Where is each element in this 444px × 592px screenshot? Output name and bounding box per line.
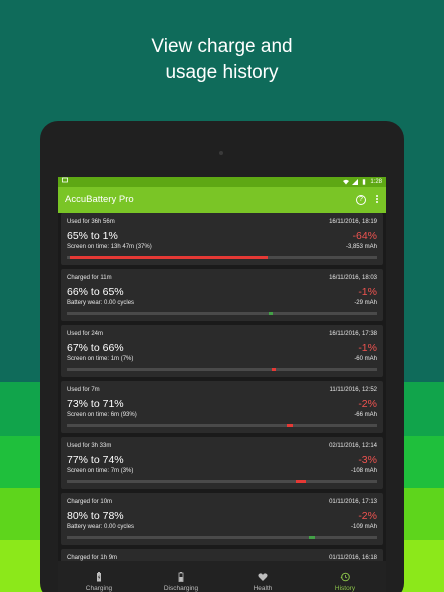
battery-icon xyxy=(363,179,366,185)
charge-range-bar xyxy=(67,480,377,483)
card-date: 02/11/2016, 12:14 xyxy=(329,443,377,449)
battery-charging-icon xyxy=(94,569,104,582)
status-time: 1:28 xyxy=(370,179,382,185)
card-range: 77% to 74% xyxy=(67,454,124,466)
status-bar: 1:28 xyxy=(58,177,386,187)
more-vert-icon[interactable] xyxy=(374,194,380,206)
card-range: 73% to 71% xyxy=(67,398,124,410)
history-card[interactable]: Charged for 11m 16/11/2016, 18:03 66% to 6… xyxy=(61,269,383,321)
nav-tab-history[interactable]: History xyxy=(304,561,386,592)
heart-icon xyxy=(258,569,268,581)
history-card[interactable]: Used for 7m 11/11/2016, 12:52 73% to 71% -2… xyxy=(61,381,383,433)
charge-range-fill xyxy=(271,368,277,371)
nav-tab-label: Discharging xyxy=(163,585,199,592)
card-delta: -3% xyxy=(358,454,377,466)
history-icon xyxy=(340,569,350,582)
history-card[interactable]: Used for 36h 56m 16/11/2016, 18:19 65% to … xyxy=(61,213,383,265)
charge-range-fill xyxy=(70,256,269,259)
app-screen: 1:28 AccuBattery Pro ? Used for 36h 56m 1… xyxy=(58,177,386,592)
help-icon[interactable]: ? xyxy=(356,195,366,205)
charge-range-fill xyxy=(308,536,315,539)
card-mah: -29 mAh xyxy=(354,300,377,306)
signal-icon xyxy=(352,179,359,185)
card-delta: -2% xyxy=(358,398,377,410)
app-bar: AccuBattery Pro ? xyxy=(58,187,386,213)
nav-tab-discharging[interactable]: Discharging xyxy=(140,561,222,592)
card-detail: Battery wear: 0.00 cycles xyxy=(67,524,135,530)
card-date: 16/11/2016, 18:03 xyxy=(329,275,377,281)
charge-range-bar xyxy=(67,368,377,371)
card-header: Used for 36h 56m xyxy=(67,219,115,225)
card-range: 66% to 65% xyxy=(67,286,124,298)
card-date: 01/11/2016, 17:13 xyxy=(329,499,377,505)
card-detail: Battery wear: 0.00 cycles xyxy=(67,300,135,306)
status-icons: 1:28 xyxy=(343,177,382,187)
history-card[interactable]: Charged for 1h 9m 01/11/2016, 16:18 xyxy=(61,549,383,561)
nav-tab-charging[interactable]: Charging xyxy=(58,561,140,592)
card-mah: -60 mAh xyxy=(354,356,377,362)
card-header: Charged for 10m xyxy=(67,499,113,505)
card-mah: -109 mAh xyxy=(350,524,377,530)
bottom-navigation: Charging Discharging Health History xyxy=(58,561,386,592)
nav-tab-label: History xyxy=(334,585,356,592)
battery-discharging-icon xyxy=(176,569,186,582)
card-range: 80% to 78% xyxy=(67,510,124,522)
history-card[interactable]: Used for 24m 16/11/2016, 17:38 67% to 66% -… xyxy=(61,325,383,377)
charge-range-fill xyxy=(296,480,306,483)
card-delta: -1% xyxy=(358,342,377,354)
history-list[interactable]: Used for 36h 56m 16/11/2016, 18:19 65% to … xyxy=(58,213,386,561)
wifi-icon xyxy=(343,179,350,185)
card-mah: -66 mAh xyxy=(354,412,377,418)
tablet-frame: 1:28 AccuBattery Pro ? Used for 36h 56m 1… xyxy=(40,121,404,592)
card-date: 16/11/2016, 17:38 xyxy=(329,331,377,337)
nav-tab-label: Charging xyxy=(85,585,113,592)
promo-headline: View charge and usage history xyxy=(0,34,444,86)
card-delta: -2% xyxy=(358,510,377,522)
charge-range-fill xyxy=(287,424,294,427)
card-mah: -3,853 mAh xyxy=(345,244,377,250)
charge-range-bar xyxy=(67,312,377,315)
camera-dot xyxy=(219,151,223,155)
card-header: Used for 3h 33m xyxy=(67,443,112,449)
charge-range-bar xyxy=(67,256,377,259)
charge-range-fill xyxy=(268,312,274,315)
charge-range-bar xyxy=(67,424,377,427)
card-range: 67% to 66% xyxy=(67,342,124,354)
card-header: Used for 24m xyxy=(67,331,104,337)
app-title: AccuBattery Pro xyxy=(65,194,134,205)
card-delta: -64% xyxy=(352,230,377,242)
promo-line-1: View charge and xyxy=(151,36,293,57)
charge-range-bar xyxy=(67,536,377,539)
card-detail: Screen on time: 7m (3%) xyxy=(67,468,134,474)
card-detail: Screen on time: 6m (93%) xyxy=(67,412,137,418)
nav-tab-health[interactable]: Health xyxy=(222,561,304,592)
card-detail: Screen on time: 1m (7%) xyxy=(67,356,134,362)
history-card[interactable]: Charged for 10m 01/11/2016, 17:13 80% to 7… xyxy=(61,493,383,545)
card-header: Charged for 11m xyxy=(67,275,112,281)
notification-icon xyxy=(62,177,68,187)
card-detail: Screen on time: 13h 47m (37%) xyxy=(67,244,152,250)
history-card[interactable]: Used for 3h 33m 02/11/2016, 12:14 77% to 7… xyxy=(61,437,383,489)
card-delta: -1% xyxy=(358,286,377,298)
nav-tab-label: Health xyxy=(253,585,273,592)
promo-line-2: usage history xyxy=(165,62,279,83)
card-header: Used for 7m xyxy=(67,387,100,393)
card-range: 65% to 1% xyxy=(67,230,118,242)
card-mah: -108 mAh xyxy=(350,468,377,474)
card-date: 11/11/2016, 12:52 xyxy=(329,387,378,393)
card-date: 16/11/2016, 18:19 xyxy=(329,219,377,225)
